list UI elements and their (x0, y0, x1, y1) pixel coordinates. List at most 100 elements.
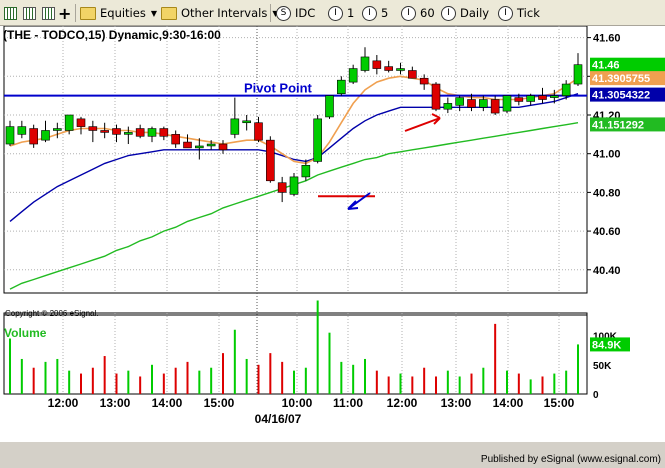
candle-body (64, 114, 74, 131)
candle-body (348, 68, 358, 83)
price-badge-label: 41.46 (592, 60, 620, 72)
i-circle-icon: I (328, 5, 343, 21)
candle-body (171, 134, 180, 145)
candle-body (384, 66, 393, 71)
candle-body (254, 122, 263, 141)
x-tick-label: 15:00 (204, 396, 235, 410)
interval-5-label: 5 (381, 6, 389, 20)
candle-body (5, 126, 15, 145)
candle-body (112, 128, 121, 135)
footer-bar: Published by eSignal (www.esignal.com) (0, 451, 665, 468)
candle-body (313, 118, 322, 162)
candle-body (29, 128, 38, 145)
candle-body (467, 99, 476, 108)
interval-60-label: 60 (420, 6, 435, 20)
volume-title: Volume (4, 326, 47, 340)
candle-body (277, 182, 287, 193)
candle-body (490, 99, 500, 114)
i-circle-icon: I (401, 5, 416, 21)
idc-label: IDC (295, 6, 316, 20)
candle-body (372, 60, 382, 69)
candle-body (159, 128, 169, 137)
grid-view-button[interactable] (4, 4, 17, 22)
candle-body (455, 97, 464, 106)
y-tick-label: 41.00 (593, 149, 621, 161)
x-tick-label: 11:00 (333, 396, 363, 410)
y-tick-label: 40.80 (593, 187, 621, 199)
candle-body (135, 128, 145, 137)
candle-body (100, 130, 109, 133)
candle-body (561, 83, 571, 96)
price-badge-label: 41.151292 (592, 119, 644, 131)
x-tick-label: 12:00 (48, 396, 79, 410)
pivot-label: Pivot Point (244, 81, 313, 96)
tick-label: Tick (517, 6, 540, 20)
y-tick-label: 40.60 (593, 226, 621, 238)
y-tick-label: 41.60 (593, 33, 621, 45)
table-view-button[interactable] (42, 4, 55, 22)
x-tick-label: 10:00 (282, 396, 313, 410)
add-button[interactable]: + (58, 3, 72, 23)
chart-title: (THE - TODCO,15) Dynamic,9:30-16:00 (3, 28, 221, 42)
idc-button[interactable]: S IDC (276, 4, 315, 22)
intervals-dropdown[interactable]: Other Intervals ▼ (161, 4, 279, 22)
candle-body (325, 95, 334, 118)
candle-body (17, 126, 27, 135)
candle-body (502, 95, 512, 112)
volume-tick-label: 50K (593, 361, 612, 372)
x-tick-label: 13:00 (100, 396, 131, 410)
x-tick-label: 14:00 (493, 396, 524, 410)
candle-body (195, 145, 204, 149)
s-circle-icon: S (276, 5, 291, 21)
price-badge-label: 41.3054322 (592, 90, 650, 102)
candle-body (266, 139, 275, 182)
interval-60-button[interactable]: I 60 (401, 4, 435, 22)
interval-1-label: 1 (347, 6, 355, 20)
i-circle-icon: I (498, 5, 513, 21)
candle-body (337, 79, 346, 95)
intervals-label: Other Intervals (181, 6, 268, 20)
i-circle-icon: I (362, 5, 377, 21)
candle-body (183, 141, 192, 149)
candle-body (526, 95, 535, 102)
interval-1-button[interactable]: I 1 (328, 4, 354, 22)
candle-body (408, 70, 417, 79)
candle-body (301, 165, 311, 178)
candle-body (76, 118, 86, 127)
candle-body (396, 68, 405, 71)
candle-body (242, 120, 251, 124)
daily-label: Daily (460, 6, 490, 20)
equities-label: Equities (100, 6, 146, 20)
folder-icon (80, 6, 96, 20)
candle-body (538, 95, 547, 100)
daily-button[interactable]: I Daily (441, 4, 489, 22)
tick-button[interactable]: I Tick (498, 4, 540, 22)
candle-body (289, 176, 299, 195)
candle-body (206, 143, 216, 147)
price-chart[interactable]: Pivot Point 41.6041.4041.2041.0040.8040.… (0, 25, 665, 442)
candle-body (218, 143, 228, 151)
volume-panel (3, 312, 588, 395)
x-tick-label: 14:00 (152, 396, 183, 410)
x-tick-label: 13:00 (441, 396, 472, 410)
chart-view-button[interactable] (23, 4, 36, 22)
candle-body (230, 118, 240, 135)
x-tick-label: 12:00 (387, 396, 418, 410)
candle-body (53, 128, 62, 131)
candle-body (147, 128, 157, 137)
candle-body (550, 95, 559, 98)
chevron-down-icon: ▼ (150, 8, 157, 18)
plus-icon: + (58, 3, 72, 23)
volume-badge-label: 84.9K (592, 339, 621, 351)
equities-dropdown[interactable]: Equities ▼ (80, 4, 157, 22)
i-circle-icon: I (441, 5, 456, 21)
table-icon (42, 6, 55, 20)
chart-icon (23, 6, 36, 20)
candle-body (514, 97, 524, 102)
candle-body (573, 64, 583, 85)
candle-body (360, 56, 370, 71)
date-label: 04/16/07 (255, 412, 302, 426)
x-tick-label: 15:00 (544, 396, 575, 410)
interval-5-button[interactable]: I 5 (362, 4, 388, 22)
toolbar: + Equities ▼ Other Intervals ▼ S IDC I 1… (0, 0, 665, 26)
